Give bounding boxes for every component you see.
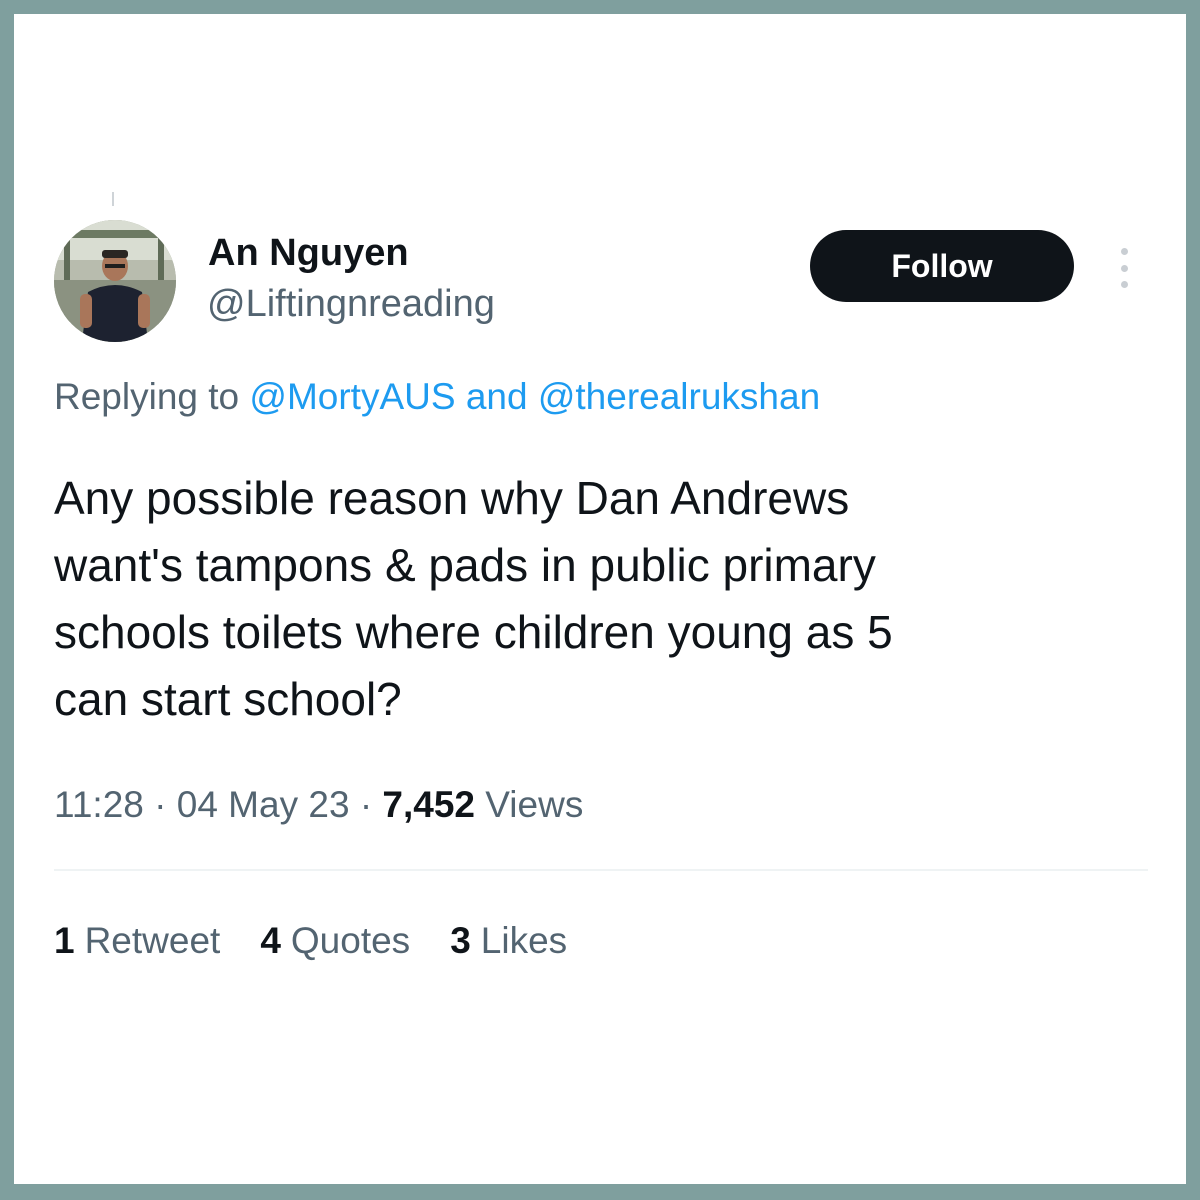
tweet-text-line: schools toilets where children young as … bbox=[54, 606, 893, 658]
quotes-label: Quotes bbox=[290, 920, 411, 961]
quotes-stat[interactable]: 4 Quotes bbox=[260, 920, 410, 962]
tweet-card: An Nguyen @Liftingnreading Follow Replyi… bbox=[14, 14, 1186, 1184]
tweet-meta: 11:28 · 04 May 23 · 7,452 Views bbox=[54, 784, 583, 826]
likes-stat[interactable]: 3 Likes bbox=[450, 920, 567, 962]
thread-connector bbox=[112, 192, 114, 206]
quotes-count: 4 bbox=[260, 920, 281, 961]
tweet-text-line: want's tampons & pads in public primary bbox=[54, 539, 876, 591]
views-label: Views bbox=[485, 784, 584, 825]
mention-joiner: and bbox=[465, 376, 528, 417]
mention-link[interactable]: @MortyAUS bbox=[249, 376, 455, 417]
tweet-text-line: can start school? bbox=[54, 673, 402, 725]
more-options-icon[interactable] bbox=[1116, 248, 1132, 288]
outer-frame: An Nguyen @Liftingnreading Follow Replyi… bbox=[0, 0, 1200, 1200]
retweets-stat[interactable]: 1 Retweet bbox=[54, 920, 220, 962]
more-dot bbox=[1120, 264, 1128, 272]
mention-link[interactable]: @therealrukshan bbox=[538, 376, 820, 417]
avatar-photo bbox=[54, 220, 176, 342]
retweets-label: Retweet bbox=[84, 920, 221, 961]
retweets-count: 1 bbox=[54, 920, 75, 961]
replying-to: Replying to @MortyAUS and @therealruksha… bbox=[54, 376, 820, 418]
tweet-text: Any possible reason why Dan Andrews want… bbox=[54, 465, 1154, 733]
follow-button[interactable]: Follow bbox=[810, 230, 1074, 302]
tweet-text-line: Any possible reason why Dan Andrews bbox=[54, 472, 850, 524]
tweet-date[interactable]: 04 May 23 bbox=[177, 784, 350, 825]
more-dot bbox=[1120, 281, 1128, 288]
author-name[interactable]: An Nguyen bbox=[208, 232, 409, 275]
views-count: 7,452 bbox=[382, 784, 476, 825]
likes-count: 3 bbox=[450, 920, 471, 961]
avatar[interactable] bbox=[54, 220, 176, 342]
meta-separator: · bbox=[359, 784, 373, 825]
replying-to-label: Replying to bbox=[54, 376, 240, 417]
more-dot bbox=[1120, 248, 1128, 255]
likes-label: Likes bbox=[480, 920, 568, 961]
engagement-stats: 1 Retweet 4 Quotes 3 Likes bbox=[54, 920, 567, 962]
meta-separator: · bbox=[154, 784, 167, 825]
divider bbox=[54, 869, 1148, 871]
author-handle[interactable]: @Liftingnreading bbox=[207, 283, 495, 326]
tweet-time[interactable]: 11:28 bbox=[54, 784, 144, 825]
